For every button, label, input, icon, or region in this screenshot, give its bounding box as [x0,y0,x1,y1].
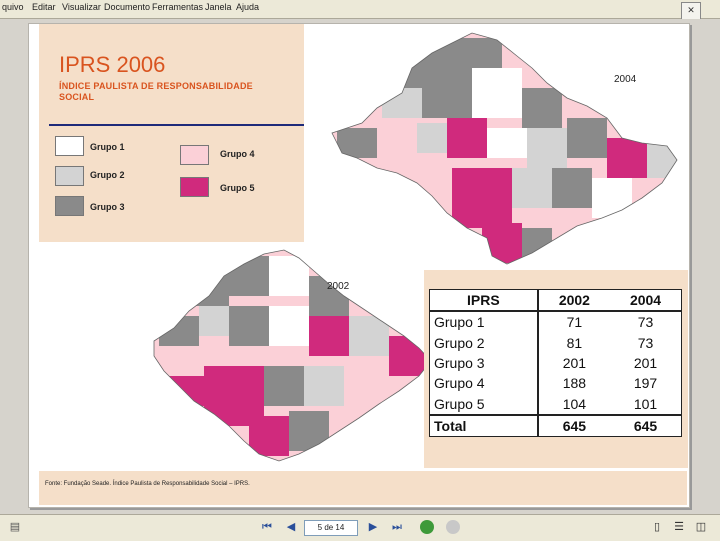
table-cell-2004: 197 [633,375,658,392]
table-row: Grupo 5 104 101 [429,393,682,415]
footer-panel: Fonte: Fundação Seade. Índice Paulista d… [39,471,687,505]
table-header-2004: 2004 [610,289,682,313]
menu-editar[interactable]: Editar [32,2,56,12]
table-header-iprs: IPRS [429,289,539,313]
map-2004 [331,32,678,265]
previous-page-icon[interactable]: ◀ [284,520,298,534]
table-cell-2002: 201 [562,354,587,371]
slide-title: IPRS 2006 [59,52,166,77]
table-panel: IPRS 2002 2004 Grupo 1 71 73 Grupo 2 81 … [424,270,688,468]
map-2002 [153,249,432,462]
slide-subtitle: ÍNDICE PAULISTA DE RESPONSABILIDADE SOCI… [59,81,253,102]
table-cell-group: Grupo 3 [429,352,539,374]
legend-swatch-grupo-1 [55,136,84,156]
map-label-2002: 2002 [327,281,350,292]
first-page-icon[interactable]: ⏮ [260,520,274,534]
next-page-icon[interactable]: ▶ [366,520,380,534]
menu-ajuda[interactable]: Ajuda [236,2,259,12]
menu-documento[interactable]: Documento [104,2,150,12]
iprs-table: IPRS 2002 2004 Grupo 1 71 73 Grupo 2 81 … [429,289,682,437]
table-row: Grupo 1 71 73 [429,311,682,333]
menu-bar: quivo Editar Visualizar Documento Ferram… [0,0,720,20]
table-row: Grupo 4 188 197 [429,373,682,394]
menu-janela[interactable]: Janela [205,2,232,12]
legend-label-grupo-2: Grupo 2 [90,170,125,180]
table-total-row: Total 645 645 [429,413,682,437]
menu-arquivo[interactable]: quivo [2,2,24,12]
close-icon[interactable]: ✕ [681,2,701,20]
table-cell-2004: 101 [633,395,658,412]
go-back-icon[interactable] [420,520,434,534]
window-controls: ✕ [680,0,720,20]
table-cell-group: Grupo 1 [429,311,539,333]
table-row: Grupo 3 201 201 [429,352,682,374]
single-page-icon[interactable]: ▯ [650,520,664,534]
source-note: Fonte: Fundação Seade. Índice Paulista d… [45,481,250,487]
slide-page: IPRS 2006 ÍNDICE PAULISTA DE RESPONSABIL… [28,23,690,508]
table-header-2002: 2002 [537,289,611,313]
table-cell-total-label: Total [429,413,539,437]
legend-swatch-grupo-3 [55,196,84,216]
table-cell-2004: 73 [637,334,654,351]
legend-label-grupo-5: Grupo 5 [220,183,255,193]
title-divider [49,124,304,126]
legend-swatch-grupo-4 [180,145,209,165]
legend-label-grupo-3: Grupo 3 [90,202,125,212]
page-options-icon[interactable]: ▤ [8,520,22,534]
legend-label-grupo-1: Grupo 1 [90,142,125,152]
last-page-icon[interactable]: ⏭ [390,520,404,534]
legend: Grupo 1 Grupo 2 Grupo 3 Grupo 4 Grupo 5 [39,130,304,242]
table-cell-2002: 188 [562,375,587,392]
facing-pages-icon[interactable]: ◫ [694,520,708,534]
document-viewer[interactable]: IPRS 2006 ÍNDICE PAULISTA DE RESPONSABIL… [0,19,720,514]
table-cell-2004: 201 [633,354,658,371]
legend-swatch-grupo-2 [55,166,84,186]
map-label-2004: 2004 [614,74,637,85]
legend-swatch-grupo-5 [180,177,209,197]
table-cell-group: Grupo 5 [429,393,539,415]
legend-label-grupo-4: Grupo 4 [220,149,255,159]
menu-ferramentas[interactable]: Ferramentas [152,2,203,12]
table-header-row: IPRS 2002 2004 [429,289,682,313]
go-forward-icon[interactable] [446,520,460,534]
table-cell-total-2004: 645 [610,413,682,437]
navigation-bar: ▤ ⏮ ◀ 5 de 14 ▶ ⏭ ▯ ☰ ◫ [0,514,720,541]
table-row: Grupo 2 81 73 [429,332,682,353]
table-cell-2002: 81 [566,334,583,351]
continuous-page-icon[interactable]: ☰ [672,520,686,534]
menu-visualizar[interactable]: Visualizar [62,2,101,12]
table-cell-2002: 71 [566,314,583,331]
table-cell-group: Grupo 2 [429,332,539,353]
table-cell-2002: 104 [562,395,587,412]
table-cell-group: Grupo 4 [429,373,539,394]
page-number-field[interactable]: 5 de 14 [304,520,358,536]
table-cell-total-2002: 645 [537,413,611,437]
table-cell-2004: 73 [637,314,654,331]
